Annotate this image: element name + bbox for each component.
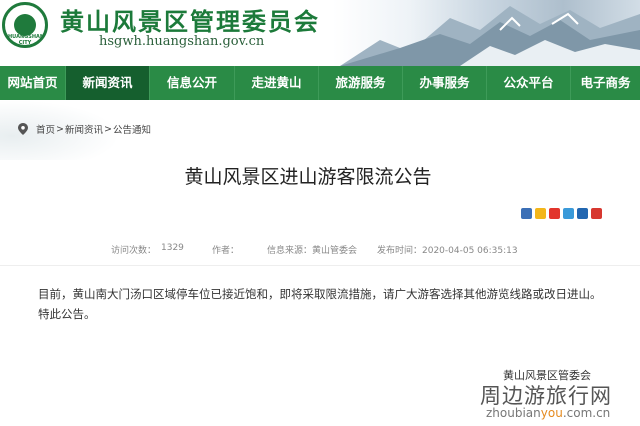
nav-item-home[interactable]: 网站首页: [0, 66, 66, 100]
mountain-banner-image: [340, 6, 640, 66]
qzone-icon[interactable]: [535, 208, 546, 219]
watermark-url-highlight: you: [540, 406, 563, 420]
nav-item-e-commerce[interactable]: 电子商务: [571, 66, 640, 100]
divider: [0, 265, 640, 266]
article-meta: 访问次数： 1329 作者： 信息来源：黄山管委会 发布时间：2020-04-0…: [0, 243, 640, 257]
site-header: HUANGSHAN CITY 黄山风景区管理委员会 hsgwh.huangsha…: [0, 0, 640, 66]
article-body: 目前，黄山南大门汤口区域停车位已接近饱和，即将采取限流措施，请广大游客选择其他游…: [38, 284, 618, 324]
article-source: 信息来源：黄山管委会: [267, 246, 358, 256]
share-plus-icon[interactable]: [521, 208, 532, 219]
nav-item-online-services[interactable]: 办事服务: [403, 66, 487, 100]
article-title: 黄山风景区进山游客限流公告: [184, 166, 432, 188]
breadcrumb-separator: >: [56, 123, 64, 135]
watermark-url-prefix: zhoubian: [486, 406, 541, 420]
breadcrumb-news[interactable]: 新闻资讯: [65, 122, 103, 136]
tencent-weibo-icon[interactable]: [563, 208, 574, 219]
site-title[interactable]: 黄山风景区管理委员会: [60, 2, 320, 37]
author-label: 作者：: [212, 246, 240, 256]
views-label: 访问次数：: [111, 246, 157, 256]
logo-text: HUANGSHAN CITY: [8, 34, 45, 46]
location-pin-icon: [18, 123, 28, 135]
site-url: hsgwh.huangshan.gov.cn: [99, 34, 265, 49]
breadcrumb-separator: >: [104, 123, 112, 135]
watermark-url-suffix: .com.cn: [562, 406, 611, 420]
site-logo[interactable]: HUANGSHAN CITY: [2, 2, 48, 48]
weibo-icon[interactable]: [549, 208, 560, 219]
watermark-url: zhoubianyou.com.cn: [486, 406, 610, 420]
views-count: 1329: [161, 243, 184, 253]
nav-item-news[interactable]: 新闻资讯: [66, 66, 150, 100]
renren-icon[interactable]: [577, 208, 588, 219]
breadcrumb-home[interactable]: 首页: [36, 122, 55, 136]
nav-item-info-disclosure[interactable]: 信息公开: [150, 66, 235, 100]
share-toolbar: [521, 208, 602, 219]
kaixin-icon[interactable]: [591, 208, 602, 219]
article-paragraph: 特此公告。: [38, 307, 96, 321]
main-nav: 网站首页 新闻资讯 信息公开 走进黄山 旅游服务 办事服务 公众平台 电子商务: [0, 66, 640, 100]
nav-item-public-platform[interactable]: 公众平台: [487, 66, 571, 100]
breadcrumb: 首页 > 新闻资讯 > 公告通知: [18, 122, 152, 136]
article-paragraph: 目前，黄山南大门汤口区域停车位已接近饱和，即将采取限流措施，请广大游客选择其他游…: [38, 287, 602, 301]
breadcrumb-notices[interactable]: 公告通知: [113, 122, 151, 136]
logo-emblem-icon: [14, 14, 36, 36]
article-published: 发布时间：2020-04-05 06:35:13: [377, 246, 518, 256]
nav-item-travel-services[interactable]: 旅游服务: [319, 66, 403, 100]
nav-item-about-huangshan[interactable]: 走进黄山: [235, 66, 319, 100]
